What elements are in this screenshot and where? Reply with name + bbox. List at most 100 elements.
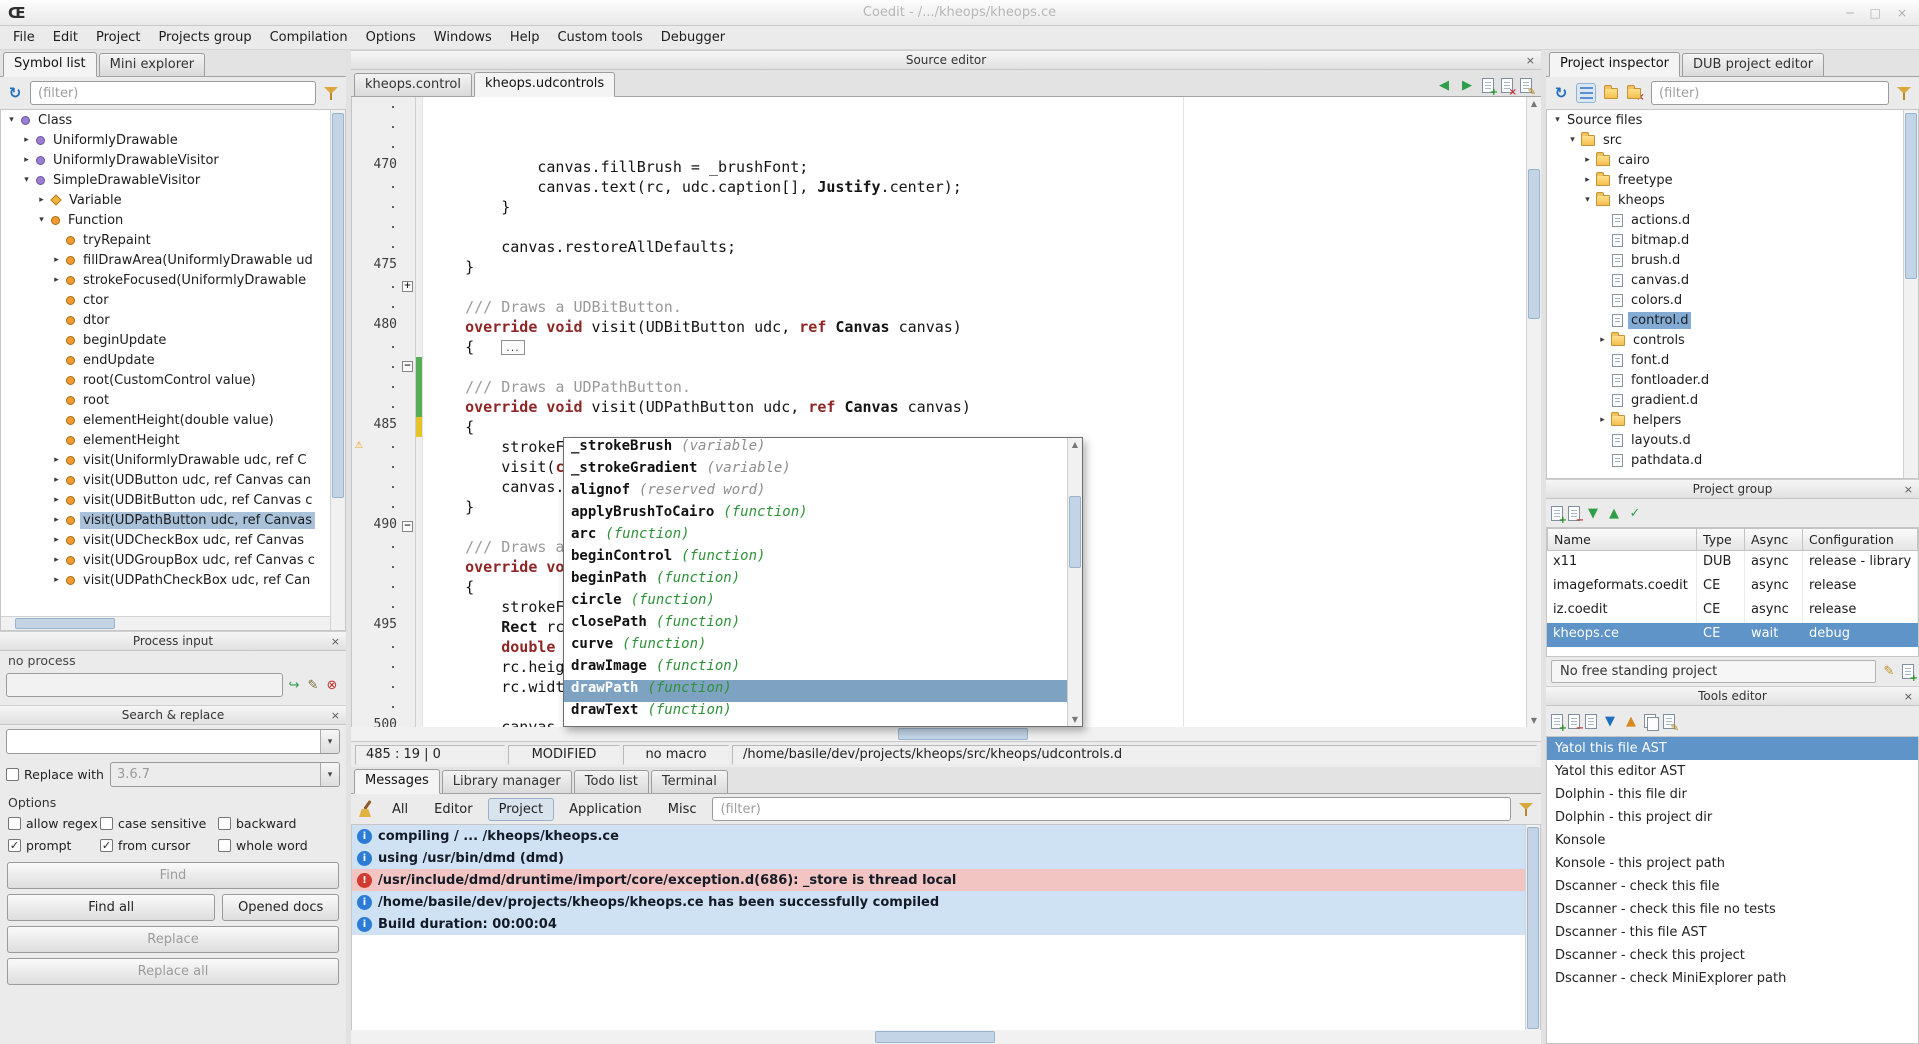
clone-tool-icon[interactable] [1644, 714, 1658, 729]
tree-item-endupdate[interactable]: endUpdate [1, 350, 330, 370]
code-line[interactable]: { ... [429, 337, 1541, 357]
tree-item-simpledrawablevisitor[interactable]: ▾SimpleDrawableVisitor [1, 170, 330, 190]
tool-item-dolphin-this-file-dir[interactable]: Dolphin - this file dir [1547, 783, 1918, 806]
tool-item-dscanner-check-this-file[interactable]: Dscanner - check this file [1547, 875, 1918, 898]
edit-tool-icon[interactable] [1663, 714, 1675, 729]
project-row-iz-coedit[interactable]: iz.coeditCEasyncrelease [1547, 599, 1918, 623]
expander-icon[interactable]: ▾ [20, 175, 33, 185]
add-free-project-icon[interactable] [1902, 664, 1914, 679]
expander-icon[interactable]: ▸ [50, 495, 63, 505]
tree-item-root-customcontrol-value[interactable]: root(CustomControl value) [1, 370, 330, 390]
tree-item-canvas-d[interactable]: canvas.d [1547, 270, 1903, 290]
expander-icon[interactable]: ▸ [50, 255, 63, 265]
tree-item-function[interactable]: ▾Function [1, 210, 330, 230]
next-editor-icon[interactable]: ▶ [1459, 77, 1475, 93]
column-header-async[interactable]: Async [1745, 528, 1803, 551]
close-source-editor-icon[interactable]: × [1526, 54, 1535, 67]
project-row-imageformats-coedit[interactable]: imageformats.coeditCEasyncrelease [1547, 575, 1918, 599]
edit-free-project-icon[interactable]: ✎ [1881, 664, 1897, 680]
expander-icon[interactable]: ▸ [50, 475, 63, 485]
menu-item-edit[interactable]: Edit [44, 28, 87, 47]
completion-item-arc[interactable]: arc(function) [564, 526, 1067, 548]
tree-item-visit-udbutton-udc-ref-canvas-can[interactable]: ▸visit(UDButton udc, ref Canvas can [1, 470, 330, 490]
tool-item-yatol-this-editor-ast[interactable]: Yatol this editor AST [1547, 760, 1918, 783]
close-project-group-icon[interactable]: × [1904, 483, 1913, 496]
close-process-input-icon[interactable]: × [331, 635, 340, 648]
close-search-icon[interactable]: × [331, 709, 340, 722]
edit-document-icon[interactable] [1520, 78, 1532, 93]
new-document-icon[interactable] [1482, 78, 1494, 93]
tab-mini-explorer[interactable]: Mini explorer [99, 53, 206, 76]
code-line[interactable]: canvas.restoreAllDefaults; [429, 237, 1541, 257]
tree-item-visit-udpathcheckbox-udc-ref-can[interactable]: ▸visit(UDPathCheckBox udc, ref Can [1, 570, 330, 590]
menu-item-help[interactable]: Help [501, 28, 549, 47]
expander-icon[interactable]: ▾ [35, 215, 48, 225]
expander-icon[interactable]: ▸ [50, 275, 63, 285]
kill-process-icon[interactable]: ⊗ [324, 677, 340, 693]
import-tool-icon[interactable] [1585, 714, 1597, 729]
tree-item-visit-udpathbutton-udc-ref-canvas[interactable]: ▸visit(UDPathButton udc, ref Canvas [1, 510, 330, 530]
editor-hscrollbar[interactable] [351, 727, 1541, 741]
expander-icon[interactable]: ▾ [1581, 195, 1594, 205]
refresh-project-icon[interactable]: ↻ [1551, 83, 1571, 103]
expander-icon[interactable]: ▸ [1581, 175, 1594, 185]
expander-icon[interactable]: ▾ [1566, 135, 1579, 145]
expander-icon[interactable]: ▸ [50, 555, 63, 565]
find-all-button[interactable]: Find all [7, 894, 215, 921]
menu-item-compilation[interactable]: Compilation [261, 28, 357, 47]
menu-item-options[interactable]: Options [357, 28, 425, 47]
remove-tool-icon[interactable] [1568, 714, 1580, 729]
tab-symbol-list[interactable]: Symbol list [3, 52, 97, 77]
replace-button[interactable]: Replace [7, 926, 339, 953]
checkbox[interactable]: ✓ [100, 839, 113, 852]
move-project-up-icon[interactable]: ▲ [1606, 505, 1622, 521]
option-case-sensitive[interactable]: case sensitive [100, 816, 218, 831]
option-whole-word[interactable]: whole word [218, 838, 338, 853]
tree-item-elementheight[interactable]: elementHeight [1, 430, 330, 450]
process-input-field[interactable] [6, 673, 283, 697]
close-document-icon[interactable] [1501, 78, 1513, 93]
tool-item-konsole-this-project-path[interactable]: Konsole - this project path [1547, 852, 1918, 875]
messages-filter-options-icon[interactable] [1516, 799, 1536, 819]
tree-item-fontloader-d[interactable]: fontloader.d [1547, 370, 1903, 390]
completion-item-beginpath[interactable]: beginPath(function) [564, 570, 1067, 592]
search-term-input[interactable] [7, 730, 320, 753]
tool-item-konsole[interactable]: Konsole [1547, 829, 1918, 852]
tree-item-actions-d[interactable]: actions.d [1547, 210, 1903, 230]
tree-item-freetype[interactable]: ▸freetype [1547, 170, 1903, 190]
tree-item-visit-udcheckbox-udc-ref-canvas[interactable]: ▸visit(UDCheckBox udc, ref Canvas [1, 530, 330, 550]
refresh-symbols-icon[interactable]: ↻ [5, 83, 25, 103]
tab-library-manager[interactable]: Library manager [442, 770, 572, 793]
tree-item-elementheight-double-value[interactable]: elementHeight(double value) [1, 410, 330, 430]
checkbox[interactable] [218, 817, 231, 830]
tab-dub-project-editor[interactable]: DUB project editor [1682, 53, 1824, 76]
option-from-cursor[interactable]: ✓from cursor [100, 838, 218, 853]
message-row[interactable]: icompiling / ... /kheops/kheops.ce [352, 825, 1525, 847]
completion-item-circle[interactable]: circle(function) [564, 592, 1067, 614]
symbol-filter-options-icon[interactable] [321, 83, 341, 103]
code-line[interactable]: } [429, 257, 1541, 277]
replace-all-button[interactable]: Replace all [7, 958, 339, 985]
filter-misc[interactable]: Misc [657, 798, 708, 821]
remove-source-icon[interactable]: × [1626, 83, 1646, 103]
tool-item-yatol-this-file-ast[interactable]: Yatol this file AST [1547, 737, 1918, 760]
tree-item-pathdata-d[interactable]: pathdata.d [1547, 450, 1903, 470]
move-tool-up-icon[interactable]: ▲ [1623, 713, 1639, 729]
completion-item-drawimage[interactable]: drawImage(function) [564, 658, 1067, 680]
code-line[interactable]: { [429, 417, 1541, 437]
tree-item-visit-udgroupbox-udc-ref-canvas-c[interactable]: ▸visit(UDGroupBox udc, ref Canvas c [1, 550, 330, 570]
checkbox[interactable] [218, 839, 231, 852]
tree-item-kheops[interactable]: ▾kheops [1547, 190, 1903, 210]
clear-messages-icon[interactable] [356, 799, 376, 819]
tree-item-strokefocused-uniformlydrawable[interactable]: ▸strokeFocused(UniformlyDrawable [1, 270, 330, 290]
completion-item-strokegradient[interactable]: _strokeGradient(variable) [564, 460, 1067, 482]
tool-item-dscanner-check-this-project[interactable]: Dscanner - check this project [1547, 944, 1918, 967]
search-history-dropdown-icon[interactable]: ▾ [320, 730, 339, 753]
previous-editor-icon[interactable]: ◀ [1436, 77, 1452, 93]
tool-item-dolphin-this-project-dir[interactable]: Dolphin - this project dir [1547, 806, 1918, 829]
checkbox[interactable] [8, 817, 21, 830]
find-button[interactable]: Find [7, 862, 339, 889]
filter-application[interactable]: Application [558, 798, 653, 821]
tab-todo-list[interactable]: Todo list [574, 770, 649, 793]
expander-icon[interactable]: ▸ [1596, 415, 1609, 425]
